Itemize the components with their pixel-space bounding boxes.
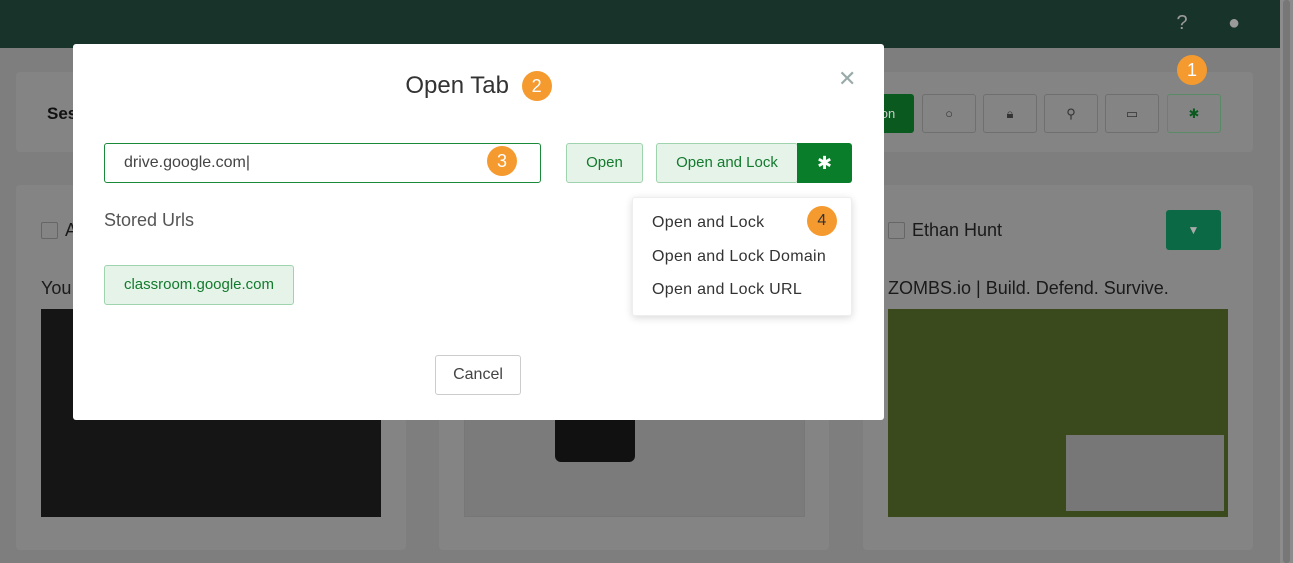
url-input[interactable]: drive.google.com|: [104, 143, 541, 183]
lock-icon: 🔒︎: [1006, 106, 1014, 121]
menu-item-open-and-lock-domain[interactable]: Open and Lock Domain: [652, 248, 826, 266]
settings-button[interactable]: ✱: [1167, 94, 1221, 133]
tab-title: You: [41, 278, 72, 298]
student-dropdown-button[interactable]: ▼: [1166, 210, 1221, 250]
student-checkbox[interactable]: [41, 222, 58, 239]
stored-url-chip[interactable]: classroom.google.com: [104, 265, 294, 305]
stored-urls-label: Stored Urls: [104, 210, 195, 230]
cancel-button[interactable]: Cancel: [435, 355, 521, 395]
help-icon[interactable]: ?: [1170, 11, 1194, 35]
account-icon[interactable]: ●: [1222, 11, 1246, 35]
search-button[interactable]: ⚲: [1044, 94, 1098, 133]
step-badge-1: 1: [1177, 55, 1207, 85]
modal-title: Open Tab: [405, 72, 509, 99]
step-badge-4: 4: [807, 206, 837, 236]
lock-button[interactable]: 🔒︎: [983, 94, 1037, 133]
open-tab-modal: Open Tab 2 ✕ drive.google.com| 3 Open Op…: [73, 44, 884, 420]
close-icon[interactable]: ✕: [838, 66, 856, 92]
monitor-icon: ▭: [1125, 106, 1139, 121]
url-input-value: drive.google.com: [124, 154, 246, 171]
message-button[interactable]: ○: [922, 94, 976, 133]
tab-title: ZOMBS.io | Build. Defend. Survive.: [888, 278, 1169, 298]
search-icon: ⚲: [1066, 106, 1076, 121]
menu-item-open-and-lock[interactable]: Open and Lock: [652, 214, 764, 232]
open-options-menu: Open and Lock Open and Lock Domain Open …: [632, 197, 852, 316]
scrollbar[interactable]: [1280, 0, 1293, 563]
gear-icon: ✱: [1188, 106, 1200, 121]
top-header: ? ●: [0, 0, 1280, 48]
screen-button[interactable]: ▭: [1105, 94, 1159, 133]
open-options-button[interactable]: ✱: [797, 143, 852, 183]
open-button[interactable]: Open: [566, 143, 643, 183]
caret-down-icon: ▼: [1187, 223, 1200, 237]
step-badge-3: 3: [487, 146, 517, 176]
step-badge-2: 2: [521, 71, 552, 101]
open-and-lock-button[interactable]: Open and Lock: [656, 143, 798, 183]
tab-thumbnail-zombs[interactable]: [888, 309, 1228, 517]
student-name: Ethan Hunt: [912, 220, 1003, 240]
student-checkbox[interactable]: [888, 222, 905, 239]
gear-icon: ✱: [816, 153, 833, 173]
menu-item-open-and-lock-url[interactable]: Open and Lock URL: [652, 281, 802, 299]
comment-icon: ○: [945, 106, 953, 121]
